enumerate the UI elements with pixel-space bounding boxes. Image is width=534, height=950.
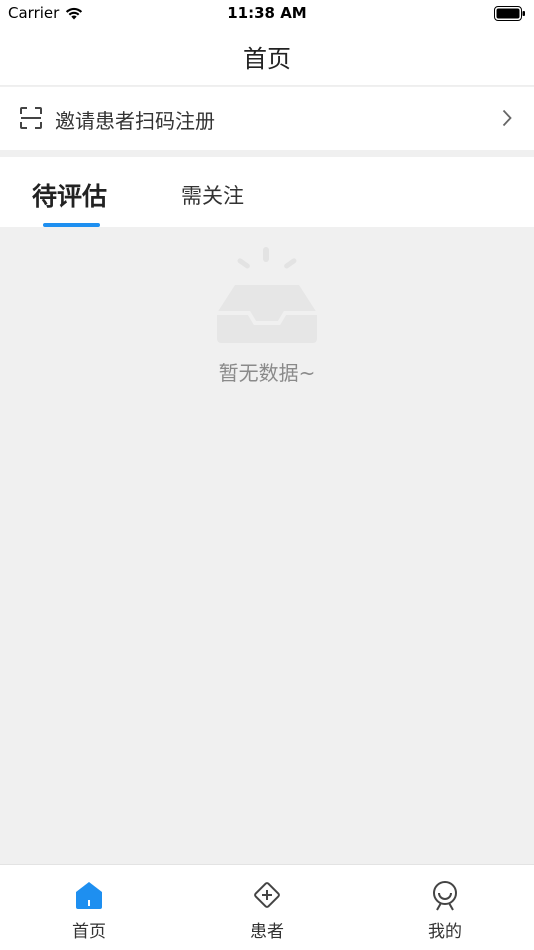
invite-label: 邀请患者扫码注册 <box>55 109 215 133</box>
invite-patient-row[interactable]: 邀请患者扫码注册 <box>0 87 534 150</box>
tab-pending-assessment[interactable]: 待评估 <box>32 177 107 213</box>
tabbar-item-home[interactable]: 首页 <box>0 865 178 950</box>
home-icon <box>76 882 102 909</box>
tabbar-label-home: 首页 <box>72 922 106 942</box>
bottom-tab-bar: 首页 患者 我的 <box>0 864 534 950</box>
segment-tabs: 待评估 需关注 <box>0 157 534 227</box>
empty-state-text: 暂无数据~ <box>218 361 316 385</box>
tab-needs-attention[interactable]: 需关注 <box>181 180 244 210</box>
nav-bar: 首页 <box>0 28 534 86</box>
page-title: 首页 <box>243 45 291 73</box>
tabbar-item-profile[interactable]: 我的 <box>356 865 534 950</box>
empty-inbox-icon <box>217 247 317 343</box>
patient-icon <box>254 882 280 908</box>
status-time: 11:38 AM <box>227 4 307 22</box>
tabbar-label-patients: 患者 <box>250 922 284 942</box>
battery-icon <box>494 6 525 21</box>
scan-icon <box>20 107 42 129</box>
chevron-right-icon <box>502 109 512 127</box>
profile-icon <box>433 881 457 911</box>
status-right <box>494 6 526 25</box>
empty-state: 暂无数据~ <box>0 227 534 864</box>
status-bar: Carrier 11:38 AM <box>0 0 534 28</box>
tabbar-item-patients[interactable]: 患者 <box>178 865 356 950</box>
tabbar-label-profile: 我的 <box>428 922 462 942</box>
